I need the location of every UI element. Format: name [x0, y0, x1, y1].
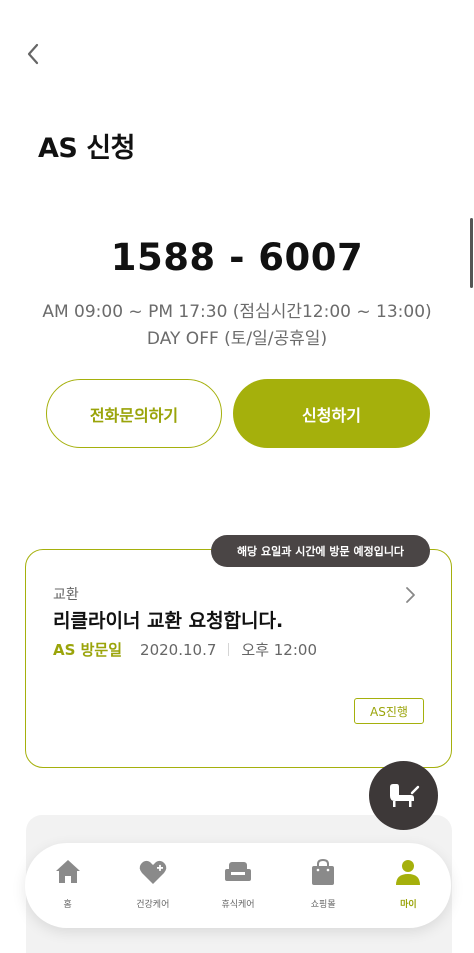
apply-button[interactable]: 신청하기: [233, 379, 430, 448]
shopping-bag-icon: [308, 857, 338, 887]
day-off-text: DAY OFF (토/일/공휴일): [146, 329, 328, 349]
tab-home-label: 홈: [63, 900, 72, 910]
tab-my[interactable]: 마이: [366, 843, 451, 928]
recliner-icon: [389, 783, 419, 807]
visit-notice-text: 해당 요일과 시간에 방문 예정입니다: [236, 545, 405, 558]
user-icon: [393, 857, 423, 887]
request-title: 리클라이너 교환 요청합니다.: [53, 610, 284, 632]
tab-my-label: 마이: [400, 900, 417, 910]
chevron-left-icon: [27, 43, 39, 65]
tab-rest-care-label: 휴식케어: [221, 900, 255, 910]
business-hours: AM 09:00 ~ PM 17:30 (점심시간12:00 ~ 13:00) …: [0, 299, 474, 353]
status-badge-label: AS진행: [370, 704, 408, 719]
tab-health-care-label: 건강케어: [136, 900, 170, 910]
sofa-icon: [223, 857, 253, 887]
back-button[interactable]: [22, 40, 46, 68]
tab-shopping-mall-label: 쇼핑몰: [310, 900, 336, 910]
visit-notice-badge: 해당 요일과 시간에 방문 예정입니다: [211, 535, 430, 567]
visit-divider: [228, 643, 230, 656]
call-inquiry-label: 전화문의하기: [89, 405, 179, 425]
hours-text: AM 09:00 ~ PM 17:30 (점심시간12:00 ~ 13:00): [42, 302, 432, 322]
request-category: 교환: [53, 587, 79, 603]
home-icon: [53, 857, 83, 887]
tab-home[interactable]: 홈: [25, 843, 110, 928]
visit-info: AS 방문일 2020.10.7 오후 12:00: [53, 639, 317, 660]
visit-time: 오후 12:00: [241, 641, 317, 659]
tab-health-care[interactable]: 건강케어: [110, 843, 195, 928]
page-title: AS 신청: [38, 133, 135, 164]
call-inquiry-button[interactable]: 전화문의하기: [46, 379, 222, 448]
bottom-tab-bar: 홈 건강케어 휴식케어 쇼핑몰 마이: [25, 843, 451, 928]
heart-plus-icon: [138, 857, 168, 887]
visit-date: 2020.10.7: [140, 640, 217, 659]
visit-label: AS 방문일: [53, 641, 123, 659]
card-chevron-icon: [402, 585, 418, 605]
scroll-edge-indicator: [470, 218, 473, 288]
status-badge: AS진행: [354, 698, 424, 724]
phone-number: 1588 - 6007: [110, 236, 364, 279]
apply-label: 신청하기: [302, 405, 361, 425]
recliner-fab-button[interactable]: [369, 761, 438, 830]
tab-rest-care[interactable]: 휴식케어: [195, 843, 280, 928]
tab-shopping-mall[interactable]: 쇼핑몰: [281, 843, 366, 928]
